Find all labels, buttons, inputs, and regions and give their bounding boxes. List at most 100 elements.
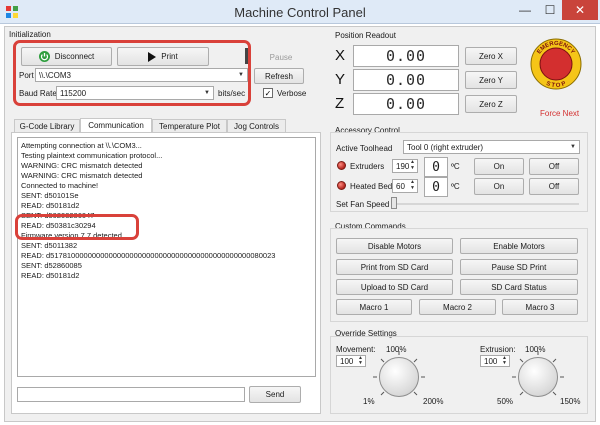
bed-target-value: 60 (396, 181, 405, 191)
minimize-button[interactable]: — (512, 0, 538, 20)
initialization-group-label: Initialization (9, 30, 51, 39)
axis-x-label: X (335, 47, 346, 64)
disconnect-label: Disconnect (54, 52, 95, 61)
baud-rate-value: 115200 (60, 88, 87, 98)
extruder-degree-unit: ºC (451, 162, 460, 171)
zero-z-button[interactable]: Zero Z (465, 95, 517, 113)
play-icon (148, 51, 157, 62)
extruder-off-button[interactable]: Off (529, 158, 579, 175)
spin-down-icon[interactable]: ▼ (409, 186, 416, 192)
extrusion-dial-ticks-icon (512, 351, 564, 396)
log-line: READ: d517810000000000000000000000000000… (21, 251, 276, 260)
movement-value: 100 (340, 356, 354, 366)
disconnect-button[interactable]: Disconnect (21, 47, 112, 66)
tab-gcode-library[interactable]: G-Code Library (14, 119, 80, 132)
baud-rate-label: Baud Rate (19, 89, 57, 98)
axis-y-label: Y (335, 71, 346, 88)
tab-jog-controls[interactable]: Jog Controls (227, 119, 286, 132)
pause-sd-print-button[interactable]: Pause SD Print (460, 259, 578, 275)
macro-2-button[interactable]: Macro 2 (419, 299, 496, 315)
log-line: WARNING: CRC mismatch detected (21, 161, 143, 170)
fan-speed-label: Set Fan Speed (336, 200, 390, 209)
bed-target-spinner[interactable]: 60 ▲ ▼ (392, 179, 418, 193)
print-label: Print (161, 52, 178, 61)
port-label: Port (19, 71, 34, 80)
disable-motors-button[interactable]: Disable Motors (336, 238, 453, 254)
z-position-readout: 0.00 (353, 93, 459, 115)
y-position-readout: 0.00 (353, 69, 459, 91)
x-position-readout: 0.00 (353, 45, 459, 67)
print-button[interactable]: Print (117, 47, 209, 66)
fan-speed-track (392, 203, 579, 205)
maximize-button[interactable]: ☐ (538, 0, 562, 20)
active-toolhead-label: Active Toolhead (336, 144, 393, 153)
baud-rate-select[interactable]: 115200 ▼ (56, 86, 214, 100)
extruders-label: Extruders (350, 162, 385, 171)
bed-status-led-icon (337, 181, 346, 190)
extrusion-value: 100 (484, 356, 498, 366)
log-line: SENT: d50101Se (21, 191, 79, 200)
port-select[interactable]: \\.\COM3 ▼ (35, 68, 248, 82)
toolhead-select[interactable]: Tool 0 (right extruder) ▼ (403, 140, 580, 154)
movement-spinner[interactable]: 100 ▲ ▼ (336, 355, 366, 367)
log-line: WARNING: CRC mismatch detected (21, 171, 143, 180)
zero-y-button[interactable]: Zero Y (465, 71, 517, 89)
window-title: Machine Control Panel (234, 5, 366, 20)
verbose-label: Verbose (277, 89, 307, 98)
log-line: Connected to machine! (21, 181, 99, 190)
tab-communication[interactable]: Communication (80, 118, 152, 133)
toolhead-value: Tool 0 (right extruder) (407, 142, 484, 152)
axis-z-label: Z (335, 95, 345, 112)
log-line: READ: d50181d2 (21, 271, 80, 280)
movement-label: Movement: (336, 345, 376, 354)
bed-off-button[interactable]: Off (529, 178, 579, 195)
log-line: SENT: d52860085 (21, 261, 82, 270)
extruder-target-spinner[interactable]: 190 ▲ ▼ (392, 159, 418, 173)
emergency-stop-button[interactable]: EMERGENCY STOP (530, 38, 582, 90)
pause-label: Pause (269, 52, 293, 62)
force-next-button[interactable]: Force Next (540, 109, 579, 118)
fan-speed-slider[interactable] (391, 197, 397, 209)
extruder-target-value: 190 (396, 161, 410, 171)
send-button[interactable]: Send (249, 386, 301, 403)
log-line: READ: d50181d2 (21, 201, 80, 210)
bed-on-button[interactable]: On (474, 178, 524, 195)
movement-max-label: 200% (423, 397, 444, 406)
port-value: \\.\COM3 (39, 70, 72, 80)
refresh-button[interactable]: Refresh (254, 68, 304, 84)
macro-1-button[interactable]: Macro 1 (336, 299, 412, 315)
enable-motors-button[interactable]: Enable Motors (460, 238, 578, 254)
heated-bed-label: Heated Bed (350, 182, 393, 191)
log-line: Testing plaintext communication protocol… (21, 151, 163, 160)
spin-down-icon[interactable]: ▼ (501, 361, 508, 366)
extrusion-spinner[interactable]: 100 ▲ ▼ (480, 355, 510, 367)
print-from-sd-button[interactable]: Print from SD Card (336, 259, 453, 275)
close-button[interactable]: ✕ (562, 0, 598, 20)
baud-unit-label: bits/sec (218, 89, 246, 98)
zero-x-button[interactable]: Zero X (465, 47, 517, 65)
extruder-status-led-icon (337, 161, 346, 170)
command-input[interactable] (17, 387, 245, 402)
upload-to-sd-button[interactable]: Upload to SD Card (336, 279, 453, 295)
extrusion-max-label: 150% (560, 397, 581, 406)
position-group-label: Position Readout (335, 31, 396, 40)
tab-temperature-plot[interactable]: Temperature Plot (152, 119, 227, 132)
bed-degree-unit: ºC (451, 182, 460, 191)
verbose-checkbox[interactable]: ✓ (263, 88, 273, 98)
macro-3-button[interactable]: Macro 3 (502, 299, 578, 315)
chevron-down-icon: ▼ (238, 72, 244, 78)
spin-down-icon[interactable]: ▼ (409, 166, 416, 172)
spin-down-icon[interactable]: ▼ (357, 361, 364, 366)
highlight-firmware-version (15, 214, 139, 240)
log-line: Attempting connection at \\.\COM3... (21, 141, 142, 150)
sd-card-status-button[interactable]: SD Card Status (460, 279, 578, 295)
extrusion-min-label: 50% (497, 397, 514, 406)
extruder-on-button[interactable]: On (474, 158, 524, 175)
communication-log[interactable]: Attempting connection at \\.\COM3... Tes… (17, 137, 316, 377)
log-line: SENT: d5011382 (21, 241, 78, 250)
movement-dial-ticks-icon (373, 351, 425, 396)
chevron-down-icon: ▼ (204, 90, 210, 96)
bed-current-temp: 0 (424, 177, 448, 197)
chevron-down-icon: ▼ (570, 144, 576, 150)
pause-button[interactable]: Pause (214, 48, 304, 66)
